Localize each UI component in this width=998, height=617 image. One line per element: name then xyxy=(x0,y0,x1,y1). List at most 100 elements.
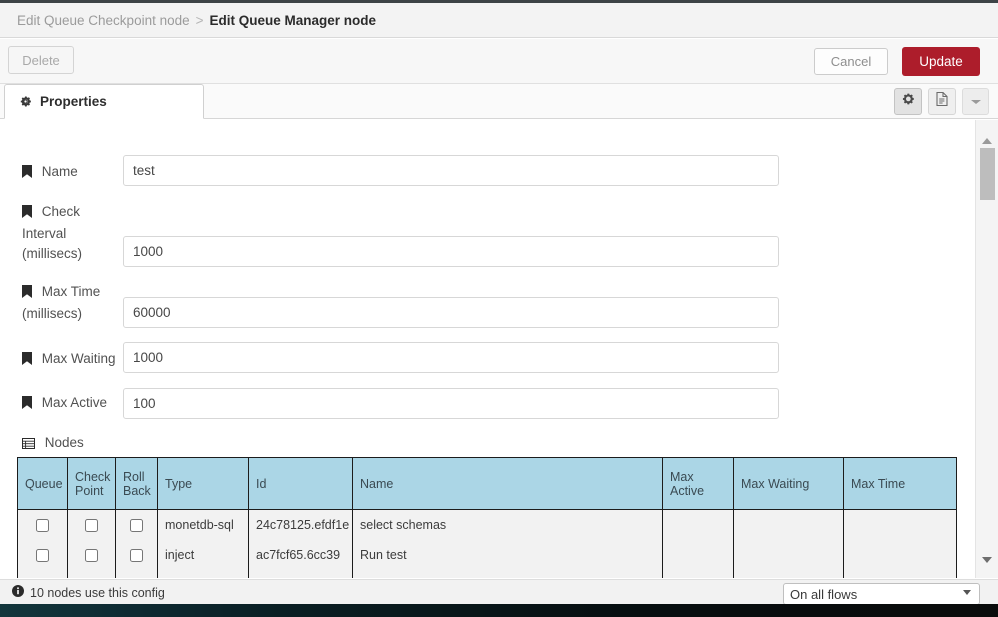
queue-checkbox[interactable] xyxy=(36,548,49,562)
row-max-time-cell xyxy=(843,539,957,570)
column-header-check-point-line2: Point xyxy=(75,483,104,498)
field-label-check-interval-line3: (millisecs) xyxy=(22,246,82,261)
row-roll-back-cell xyxy=(115,539,158,570)
max-waiting-input[interactable] xyxy=(123,342,779,373)
row-roll-back-cell xyxy=(115,509,158,540)
column-header-roll-back[interactable]: Roll Back xyxy=(115,457,158,510)
tab-properties-label: Properties xyxy=(40,94,107,109)
tab-description-doc-button[interactable] xyxy=(928,88,956,115)
info-icon xyxy=(12,585,24,600)
row-spacer-cell xyxy=(248,569,353,578)
column-header-check-point-line1: Check xyxy=(75,469,111,484)
row-max-active-cell xyxy=(662,539,734,570)
field-label-max-time: Max Time (millisecs) xyxy=(22,284,101,321)
scrollbar-down-button[interactable] xyxy=(976,551,998,568)
form-scrollbar[interactable] xyxy=(975,120,998,578)
row-spacer-cell xyxy=(17,569,68,578)
breadcrumb: Edit Queue Checkpoint node > Edit Queue … xyxy=(0,3,998,38)
chevron-down-icon xyxy=(982,556,992,563)
field-label-max-active: Max Active xyxy=(22,393,132,415)
tab-properties[interactable]: Properties xyxy=(4,84,204,119)
update-button[interactable]: Update xyxy=(902,47,980,76)
editor-footer: 10 nodes use this config On all flows xyxy=(0,579,998,604)
config-usage-info: 10 nodes use this config xyxy=(12,585,165,600)
chevron-down-icon xyxy=(970,93,982,111)
table-row: inject ac7fcf65.6cc39 Run test xyxy=(17,539,957,570)
row-max-waiting-cell xyxy=(733,539,844,570)
queue-checkbox[interactable] xyxy=(36,518,49,532)
row-spacer-cell xyxy=(352,569,663,578)
column-header-max-time[interactable]: Max Time xyxy=(843,457,957,510)
row-spacer-cell xyxy=(733,569,844,578)
column-header-check-point[interactable]: Check Point xyxy=(67,457,116,510)
tab-overflow-button[interactable] xyxy=(962,88,989,115)
row-name-cell: select schemas xyxy=(352,509,663,540)
check-point-checkbox[interactable] xyxy=(85,548,98,562)
roll-back-checkbox[interactable] xyxy=(130,518,143,532)
column-header-queue[interactable]: Queue xyxy=(17,457,68,510)
cancel-button[interactable]: Cancel xyxy=(814,48,888,75)
column-header-type[interactable]: Type xyxy=(157,457,249,510)
gear-icon xyxy=(19,95,32,108)
field-label-max-time-line2: (millisecs) xyxy=(22,306,82,321)
row-check-point-cell xyxy=(67,539,116,570)
document-icon xyxy=(935,91,949,112)
delete-button[interactable]: Delete xyxy=(8,46,74,74)
nodes-section-label: Nodes xyxy=(22,435,84,452)
column-header-id[interactable]: Id xyxy=(248,457,353,510)
table-row: monetdb-sql 24c78125.efdf1e select schem… xyxy=(17,509,957,540)
name-input[interactable] xyxy=(123,155,779,186)
max-time-input[interactable] xyxy=(123,297,779,328)
scope-select[interactable]: On all flows xyxy=(783,583,980,604)
row-max-active-cell xyxy=(662,509,734,540)
tab-settings-gear-button[interactable] xyxy=(894,88,922,115)
scrollbar-up-button[interactable] xyxy=(976,132,998,149)
row-id-cell: 24c78125.efdf1e xyxy=(248,509,353,540)
field-label-name: Name xyxy=(22,162,118,184)
roll-back-checkbox[interactable] xyxy=(130,548,143,562)
tag-icon xyxy=(22,396,36,412)
tag-icon xyxy=(22,285,36,301)
node-editor-panel: Edit Queue Checkpoint node > Edit Queue … xyxy=(0,3,998,604)
table-header-row: Queue Check Point Roll Back Type Id Name… xyxy=(17,457,957,510)
row-type-cell: inject xyxy=(157,539,249,570)
column-header-name[interactable]: Name xyxy=(352,457,663,510)
table-row-spacer xyxy=(17,569,957,578)
tag-icon xyxy=(22,165,36,181)
breadcrumb-previous[interactable]: Edit Queue Checkpoint node xyxy=(17,13,190,28)
table-list-icon xyxy=(22,437,39,452)
row-max-waiting-cell xyxy=(733,509,844,540)
breadcrumb-separator: > xyxy=(195,12,204,28)
row-check-point-cell xyxy=(67,509,116,540)
row-max-time-cell xyxy=(843,509,957,540)
config-usage-text: 10 nodes use this config xyxy=(30,585,165,600)
gear-icon xyxy=(901,92,915,111)
breadcrumb-current: Edit Queue Manager node xyxy=(209,12,377,28)
field-label-check-interval-line2: Interval xyxy=(22,226,67,241)
scrollbar-thumb[interactable] xyxy=(980,148,995,200)
row-spacer-cell xyxy=(157,569,249,578)
column-header-roll-back-line1: Roll xyxy=(123,469,145,484)
check-interval-input[interactable] xyxy=(123,236,779,267)
row-spacer-cell xyxy=(843,569,957,578)
row-queue-cell xyxy=(17,539,68,570)
field-label-check-interval: Check Interval (millisecs) xyxy=(22,204,82,261)
column-header-roll-back-line2: Back xyxy=(123,483,151,498)
row-spacer-cell xyxy=(115,569,158,578)
field-label-max-waiting: Max Waiting xyxy=(22,349,132,371)
row-id-cell: ac7fcf65.6cc39 xyxy=(248,539,353,570)
tag-icon xyxy=(22,205,36,221)
chevron-up-icon xyxy=(982,137,992,144)
column-header-max-waiting[interactable]: Max Waiting xyxy=(733,457,844,510)
row-spacer-cell xyxy=(662,569,734,578)
row-queue-cell xyxy=(17,509,68,540)
row-name-cell: Run test xyxy=(352,539,663,570)
column-header-max-active[interactable]: Max Active xyxy=(662,457,734,510)
max-active-input[interactable] xyxy=(123,388,779,419)
editor-tabbar: Properties xyxy=(0,84,998,119)
nodes-table: Queue Check Point Roll Back Type Id Name… xyxy=(17,457,957,578)
row-spacer-cell xyxy=(67,569,116,578)
check-point-checkbox[interactable] xyxy=(85,518,98,532)
tag-icon xyxy=(22,352,36,368)
row-type-cell: monetdb-sql xyxy=(157,509,249,540)
